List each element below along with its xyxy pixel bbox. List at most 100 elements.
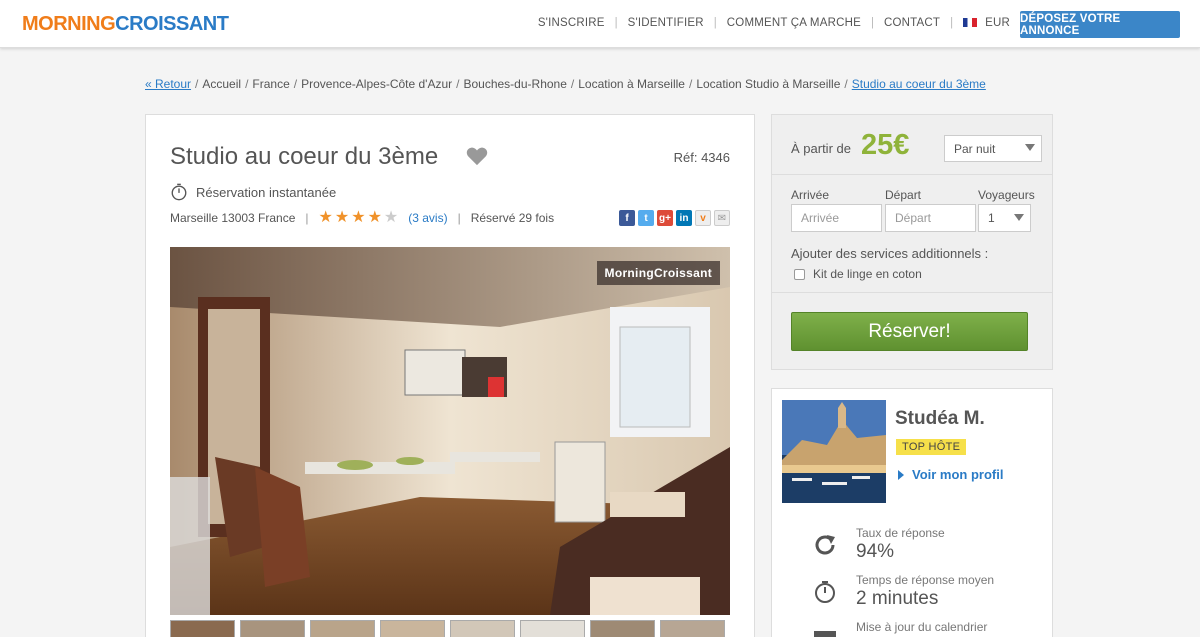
twitter-icon[interactable]: t: [638, 210, 654, 226]
reserve-button[interactable]: Réserver!: [791, 312, 1028, 351]
calendar-icon: [814, 631, 836, 637]
star-filled-icon: ★: [367, 209, 382, 226]
additional-services-label: Ajouter des services additionnels :: [791, 246, 989, 261]
linen-kit-option: Kit de linge en coton: [794, 267, 922, 281]
photo-thumbnail[interactable]: [520, 620, 585, 637]
photo-watermark: MorningCroissant: [596, 261, 720, 285]
marseille-harbor-image: [782, 400, 886, 503]
panel-divider: [772, 292, 1052, 293]
breadcrumb: « Retour / Accueil / France / Provence-Alpes-C…: [145, 77, 986, 91]
arrival-label: Arrivée: [791, 188, 830, 202]
breadcrumb-item[interactable]: Location à Marseille: [578, 77, 685, 91]
nav-signup[interactable]: S'INSCRIRE: [528, 17, 615, 29]
facebook-icon[interactable]: f: [619, 210, 635, 226]
departure-label: Départ: [885, 188, 922, 202]
booking-count: Réservé 29 fois: [470, 211, 555, 225]
site-logo[interactable]: MORNINGCROISSANT: [22, 13, 229, 36]
photo-thumbnails: [170, 620, 730, 637]
instant-booking: Réservation instantanée: [170, 183, 336, 201]
stopwatch-icon: [815, 581, 835, 603]
google-plus-icon[interactable]: g+: [657, 210, 673, 226]
rating-stars: ★ ★ ★ ★ ★: [318, 209, 399, 226]
linen-kit-label: Kit de linge en coton: [813, 267, 922, 281]
price-period-select[interactable]: Par nuit: [944, 135, 1042, 162]
response-rate-value: 94%: [856, 541, 895, 562]
chevron-down-icon: [1025, 144, 1035, 151]
listing-card: Studio au coeur du 3ème Réf: 4346 Réserv…: [145, 114, 755, 637]
reviews-link[interactable]: (3 avis): [408, 211, 447, 225]
studio-photo-illustration: [170, 247, 730, 615]
linkedin-icon[interactable]: in: [676, 210, 692, 226]
price-row: À partir de 25€ Par nuit: [772, 115, 1052, 175]
breadcrumb-item[interactable]: France: [252, 77, 289, 91]
chevron-down-icon: [1014, 214, 1024, 221]
response-time-label: Temps de réponse moyen: [856, 573, 995, 587]
listing-meta: Marseille 13003 France | ★ ★ ★ ★ ★ (3 avis) …: [170, 209, 555, 226]
breadcrumb-back-link[interactable]: « Retour: [145, 77, 191, 91]
host-name: Studéa M.: [895, 408, 985, 429]
breadcrumb-current[interactable]: Studio au coeur du 3ème: [852, 77, 986, 91]
view-profile-label: Voir mon profil: [912, 467, 1004, 482]
logo-croissant: CROISSANT: [115, 13, 229, 35]
top-nav: S'INSCRIRE | S'IDENTIFIER | COMMENT ÇA M…: [528, 17, 1020, 29]
refresh-icon: [815, 535, 835, 555]
view-profile-link[interactable]: Voir mon profil: [898, 467, 1003, 482]
booking-panel: À partir de 25€ Par nuit Arrivée Départ …: [771, 114, 1053, 370]
star-filled-icon: ★: [334, 209, 350, 226]
photo-thumbnail[interactable]: [660, 620, 725, 637]
site-header: MORNINGCROISSANT S'INSCRIRE | S'IDENTIFI…: [0, 0, 1200, 48]
photo-thumbnail[interactable]: [240, 620, 305, 637]
currency-selector[interactable]: EUR: [953, 17, 1020, 29]
calendar-update-label: Mise à jour du calendrier: [856, 620, 988, 634]
breadcrumb-item[interactable]: Bouches-du-Rhone: [463, 77, 566, 91]
meta-separator: |: [305, 211, 309, 225]
viadeo-icon[interactable]: v: [695, 210, 711, 226]
listing-reference: Réf: 4346: [673, 150, 730, 165]
top-host-badge: TOP HÔTE: [896, 439, 967, 455]
photo-thumbnail[interactable]: [170, 620, 235, 637]
breadcrumb-item[interactable]: Location Studio à Marseille: [696, 77, 840, 91]
guests-value: 1: [988, 211, 995, 225]
price-value: 25€: [861, 129, 910, 161]
listing-location: Marseille 13003 France: [170, 211, 296, 225]
departure-date-input[interactable]: Départ: [885, 204, 976, 232]
price-period-value: Par nuit: [954, 141, 996, 156]
france-flag-icon: [963, 18, 978, 28]
currency-label: EUR: [985, 17, 1010, 29]
breadcrumb-item[interactable]: Provence-Alpes-Côte d'Azur: [301, 77, 452, 91]
host-panel: Studéa M. TOP HÔTE Voir mon profil Taux …: [771, 388, 1053, 637]
linen-kit-checkbox[interactable]: [794, 268, 805, 280]
post-listing-button[interactable]: DÉPOSEZ VOTRE ANNONCE: [1020, 11, 1180, 38]
calendar-update-stat: Mise à jour du calendrier: [812, 620, 987, 637]
listing-title: Studio au coeur du 3ème: [170, 143, 439, 170]
photo-thumbnail[interactable]: [590, 620, 655, 637]
arrival-date-input[interactable]: Arrivée: [791, 204, 882, 232]
guests-label: Voyageurs: [978, 188, 1035, 202]
favorite-heart-icon[interactable]: [466, 146, 488, 166]
listing-main-photo[interactable]: MorningCroissant: [170, 247, 730, 615]
photo-thumbnail[interactable]: [310, 620, 375, 637]
nav-how-it-works[interactable]: COMMENT ÇA MARCHE: [717, 17, 871, 29]
response-time-stat: Temps de réponse moyen 2 minutes: [812, 573, 994, 610]
photo-thumbnail[interactable]: [450, 620, 515, 637]
price-from-label: À partir de: [791, 141, 851, 156]
share-icons: f t g+ in v ✉: [619, 210, 730, 226]
star-empty-icon: ★: [383, 209, 399, 226]
response-time-value: 2 minutes: [856, 588, 939, 609]
response-rate-stat: Taux de réponse 94%: [812, 526, 945, 563]
host-avatar[interactable]: [782, 400, 886, 503]
star-filled-icon: ★: [351, 209, 366, 226]
logo-morning: MORNING: [22, 13, 116, 35]
guests-select[interactable]: 1: [978, 204, 1031, 232]
email-icon[interactable]: ✉: [714, 210, 730, 226]
nav-login[interactable]: S'IDENTIFIER: [618, 17, 714, 29]
response-rate-label: Taux de réponse: [856, 526, 945, 540]
breadcrumb-item[interactable]: Accueil: [202, 77, 241, 91]
meta-separator: |: [457, 211, 461, 225]
nav-contact[interactable]: CONTACT: [874, 17, 950, 29]
instant-booking-label: Réservation instantanée: [196, 184, 337, 200]
stopwatch-icon: [171, 183, 187, 201]
photo-thumbnail[interactable]: [380, 620, 445, 637]
play-arrow-icon: [898, 469, 904, 480]
star-filled-icon: ★: [318, 209, 333, 226]
